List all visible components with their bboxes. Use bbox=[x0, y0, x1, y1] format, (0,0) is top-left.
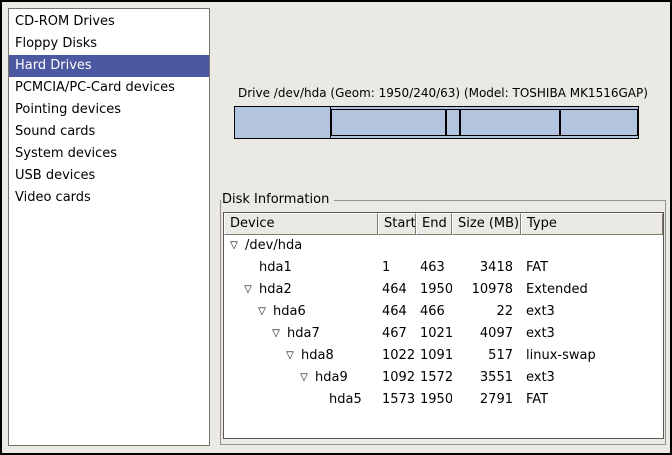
device-cell: hda5 bbox=[224, 389, 378, 411]
table-row-dev-hda[interactable]: ▽/dev/hda bbox=[224, 235, 663, 257]
size-cell bbox=[452, 235, 521, 257]
device-cell: ▽hda9 bbox=[224, 367, 378, 389]
start-cell: 1022 bbox=[378, 345, 416, 367]
end-cell: 1950 bbox=[416, 279, 452, 301]
device-name: /dev/hda bbox=[245, 235, 302, 257]
size-cell: 10978 bbox=[452, 279, 521, 301]
disk-info-table: DeviceStartEndSize (MB)Type ▽/dev/hdahda… bbox=[223, 212, 664, 439]
sidebar-item-sound-cards[interactable]: Sound cards bbox=[9, 121, 209, 143]
device-cell: ▽/dev/hda bbox=[224, 235, 378, 257]
device-cell: hda1 bbox=[224, 257, 378, 279]
size-cell: 517 bbox=[452, 345, 521, 367]
partition-segment-hda8 bbox=[446, 109, 460, 136]
sidebar-item-usb-devices[interactable]: USB devices bbox=[9, 165, 209, 187]
size-cell: 3551 bbox=[452, 367, 521, 389]
end-cell: 466 bbox=[416, 301, 452, 323]
start-cell: 464 bbox=[378, 301, 416, 323]
column-header-size-mb[interactable]: Size (MB) bbox=[452, 213, 521, 235]
end-cell: 1091 bbox=[416, 345, 452, 367]
expander-open-icon[interactable]: ▽ bbox=[298, 367, 310, 389]
start-cell: 1 bbox=[378, 257, 416, 279]
partition-segment-hda1 bbox=[235, 107, 331, 138]
size-cell: 2791 bbox=[452, 389, 521, 411]
device-cell: ▽hda6 bbox=[224, 301, 378, 323]
start-cell bbox=[378, 235, 416, 257]
drive-title: Drive /dev/hda (Geom: 1950/240/63) (Mode… bbox=[238, 86, 648, 100]
device-name: hda2 bbox=[259, 279, 292, 301]
column-header-device[interactable]: Device bbox=[224, 213, 378, 235]
expander-open-icon[interactable]: ▽ bbox=[270, 323, 282, 345]
end-cell: 1572 bbox=[416, 367, 452, 389]
disk-table-header: DeviceStartEndSize (MB)Type bbox=[224, 213, 663, 235]
device-name: hda8 bbox=[301, 345, 334, 367]
device-name: hda9 bbox=[315, 367, 348, 389]
sidebar-item-pcmcia-pc-card-devices[interactable]: PCMCIA/PC-Card devices bbox=[9, 77, 209, 99]
device-name: hda1 bbox=[259, 257, 292, 279]
disk-table-body: ▽/dev/hdahda114633418FAT▽hda246419501097… bbox=[224, 235, 663, 411]
disk-information-frame: Disk Information DeviceStartEndSize (MB)… bbox=[220, 200, 666, 445]
type-cell: ext3 bbox=[521, 301, 663, 323]
expander-open-icon[interactable]: ▽ bbox=[228, 235, 240, 257]
type-cell: ext3 bbox=[521, 323, 663, 345]
device-category-list: CD-ROM DrivesFloppy DisksHard DrivesPCMC… bbox=[8, 8, 210, 446]
type-cell: linux-swap bbox=[521, 345, 663, 367]
sidebar-item-pointing-devices[interactable]: Pointing devices bbox=[9, 99, 209, 121]
start-cell: 1573 bbox=[378, 389, 416, 411]
device-name: hda7 bbox=[287, 323, 320, 345]
sidebar-item-hard-drives[interactable]: Hard Drives bbox=[9, 55, 209, 77]
device-cell: ▽hda8 bbox=[224, 345, 378, 367]
device-cell: ▽hda2 bbox=[224, 279, 378, 301]
column-header-start[interactable]: Start bbox=[378, 213, 416, 235]
column-header-type[interactable]: Type bbox=[521, 213, 663, 235]
table-row-hda9[interactable]: ▽hda9109215723551ext3 bbox=[224, 367, 663, 389]
type-cell: Extended bbox=[521, 279, 663, 301]
table-row-hda2[interactable]: ▽hda2464195010978Extended bbox=[224, 279, 663, 301]
expander-open-icon[interactable]: ▽ bbox=[256, 301, 268, 323]
hardware-browser-window: CD-ROM DrivesFloppy DisksHard DrivesPCMC… bbox=[0, 0, 672, 455]
table-row-hda5[interactable]: hda5 157319502791FAT bbox=[224, 389, 663, 411]
type-cell: FAT bbox=[521, 389, 663, 411]
start-cell: 1092 bbox=[378, 367, 416, 389]
partition-segment-hda7 bbox=[331, 109, 446, 136]
sidebar-item-video-cards[interactable]: Video cards bbox=[9, 187, 209, 209]
table-row-hda1[interactable]: hda1 14633418FAT bbox=[224, 257, 663, 279]
end-cell: 1021 bbox=[416, 323, 452, 345]
device-name: hda5 bbox=[329, 389, 362, 411]
device-cell: ▽hda7 bbox=[224, 323, 378, 345]
partition-segment-hda9 bbox=[460, 109, 559, 136]
end-cell bbox=[416, 235, 452, 257]
type-cell bbox=[521, 235, 663, 257]
size-cell: 3418 bbox=[452, 257, 521, 279]
type-cell: ext3 bbox=[521, 367, 663, 389]
table-row-hda7[interactable]: ▽hda746710214097ext3 bbox=[224, 323, 663, 345]
column-header-end[interactable]: End bbox=[416, 213, 452, 235]
type-cell: FAT bbox=[521, 257, 663, 279]
table-row-hda6[interactable]: ▽hda646446622ext3 bbox=[224, 301, 663, 323]
size-cell: 22 bbox=[452, 301, 521, 323]
sidebar-item-system-devices[interactable]: System devices bbox=[9, 143, 209, 165]
disk-information-label: Disk Information bbox=[221, 192, 334, 207]
partition-bar bbox=[234, 106, 639, 139]
end-cell: 463 bbox=[416, 257, 452, 279]
expander-open-icon[interactable]: ▽ bbox=[284, 345, 296, 367]
expander-open-icon[interactable]: ▽ bbox=[242, 279, 254, 301]
end-cell: 1950 bbox=[416, 389, 452, 411]
size-cell: 4097 bbox=[452, 323, 521, 345]
sidebar-item-cd-rom-drives[interactable]: CD-ROM Drives bbox=[9, 11, 209, 33]
partition-segment-hda5 bbox=[560, 109, 638, 136]
device-name: hda6 bbox=[273, 301, 306, 323]
start-cell: 464 bbox=[378, 279, 416, 301]
sidebar-item-floppy-disks[interactable]: Floppy Disks bbox=[9, 33, 209, 55]
start-cell: 467 bbox=[378, 323, 416, 345]
table-row-hda8[interactable]: ▽hda810221091517linux-swap bbox=[224, 345, 663, 367]
